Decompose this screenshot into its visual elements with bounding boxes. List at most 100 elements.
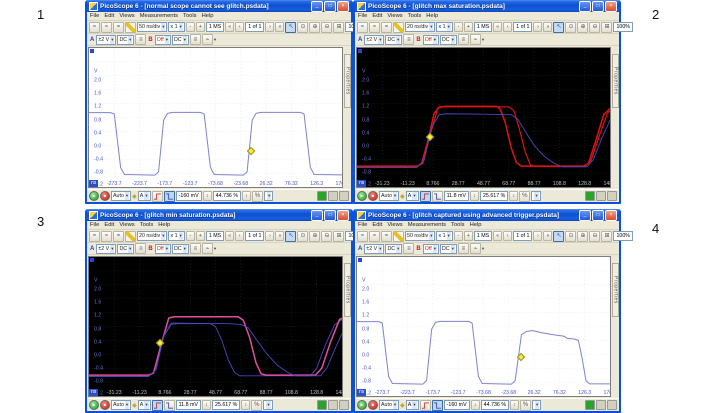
zoom-out-tool-button[interactable]: ⊖ [589, 231, 600, 242]
pretrigger-spinner[interactable]: ↕ [241, 400, 250, 410]
channel-a-coupling-select[interactable]: DC▾ [385, 35, 402, 45]
zoom-out-step-button[interactable]: - [454, 231, 463, 241]
first-buffer-button[interactable]: « [493, 231, 502, 241]
menu-item-tools[interactable]: Tools [451, 222, 465, 228]
threshold-spinner[interactable]: ↕ [470, 191, 479, 201]
channel-a-coupling-select[interactable]: DC▾ [385, 244, 402, 254]
start-capture-button[interactable]: ▶ [357, 191, 367, 201]
channel-b-coupling-select[interactable]: DC▾ [440, 244, 457, 254]
properties-tab[interactable]: Properties [612, 54, 619, 108]
menu-item-views[interactable]: Views [119, 222, 134, 228]
hand-tool-button[interactable]: ⊙ [565, 22, 576, 33]
measurements-button[interactable]: % [520, 400, 531, 411]
persistence-view-icon[interactable]: ≈ [113, 231, 124, 242]
menu-item-help[interactable]: Help [202, 13, 214, 19]
menu-item-views[interactable]: Views [119, 13, 134, 19]
channel-a-range-select[interactable]: ±2 V▾ [364, 35, 384, 45]
signal-generator-button[interactable] [317, 191, 327, 201]
probe-options-icon[interactable]: ⌁ [470, 34, 481, 45]
next-buffer-button[interactable]: › [533, 231, 542, 241]
signal-generator-button[interactable] [317, 400, 327, 410]
menu-item-edit[interactable]: Edit [372, 13, 382, 19]
measurements-button[interactable]: % [252, 191, 263, 202]
prev-buffer-button[interactable]: ‹ [235, 22, 244, 32]
falling-edge-button[interactable] [164, 191, 175, 202]
trigger-mode-select[interactable]: Auto▾ [379, 400, 399, 410]
minimize-button[interactable]: _ [579, 210, 591, 221]
alarms-button[interactable] [339, 191, 349, 201]
timebase-select[interactable]: 50 ns/div▾ [137, 22, 167, 32]
maximize-button[interactable]: □ [324, 210, 336, 221]
menu-item-file[interactable]: File [90, 222, 99, 228]
samples-field[interactable]: 1 MS [474, 22, 492, 32]
plot-area[interactable]: ns V2.01.61.20.80.40.0-0.4-0.8-1.2-323.7… [88, 47, 343, 188]
trigger-mode-select[interactable]: Auto▾ [111, 191, 131, 201]
buffer-page-field[interactable]: 1 of 1 [513, 22, 532, 32]
menu-item-edit[interactable]: Edit [372, 222, 382, 228]
minimize-button[interactable]: _ [579, 1, 591, 12]
trigger-threshold-field[interactable]: -160 mV [176, 191, 202, 201]
menu-item-edit[interactable]: Edit [104, 13, 114, 19]
scope-view-icon[interactable]: ≈ [357, 231, 368, 242]
start-capture-button[interactable]: ▶ [89, 400, 99, 410]
probe-options-icon[interactable]: ⌁ [202, 243, 213, 254]
threshold-spinner[interactable]: ↕ [202, 400, 211, 410]
scope-view-icon[interactable]: ≈ [89, 22, 100, 33]
next-buffer-button[interactable]: › [533, 22, 542, 32]
stop-capture-button[interactable]: ■ [100, 191, 110, 201]
marquee-zoom-tool-button[interactable]: ⊞ [601, 22, 612, 33]
signal-generator-button[interactable] [585, 191, 595, 201]
prev-buffer-button[interactable]: ‹ [235, 231, 244, 241]
rising-edge-button[interactable] [420, 400, 431, 411]
zoom-level-field[interactable]: 100% [613, 22, 633, 32]
channel-a-coupling-select[interactable]: DC▾ [117, 244, 134, 254]
spectrum-view-icon[interactable]: ≈ [369, 22, 380, 33]
properties-tab[interactable]: Properties [612, 263, 619, 317]
notes-button[interactable] [596, 400, 606, 410]
channel-a-axis-indicator[interactable] [358, 258, 362, 262]
channel-b-range-select[interactable]: Off▾ [155, 244, 171, 254]
menu-item-views[interactable]: Views [387, 13, 402, 19]
stop-capture-button[interactable]: ■ [368, 400, 378, 410]
normal-cursor-tool-button[interactable]: ↖ [285, 231, 296, 242]
stop-capture-button[interactable]: ■ [368, 191, 378, 201]
menu-item-file[interactable]: File [358, 222, 367, 228]
zoom-level-field[interactable]: 100% [613, 231, 633, 241]
rising-edge-button[interactable] [152, 191, 163, 202]
last-buffer-button[interactable]: » [275, 22, 284, 32]
plot-area[interactable]: ns V2.01.61.20.80.40.0-0.4-0.8-1.2-51.23… [88, 256, 343, 397]
samples-field[interactable]: 1 MS [206, 22, 224, 32]
persistence-view-icon[interactable]: ≈ [113, 22, 124, 33]
pretrigger-spinner[interactable]: ↕ [242, 191, 251, 201]
first-buffer-button[interactable]: « [493, 22, 502, 32]
zoom-out-tool-button[interactable]: ⊖ [321, 22, 332, 33]
menu-item-measurements[interactable]: Measurements [140, 13, 178, 19]
trigger-threshold-field[interactable]: 11.8 mV [444, 191, 469, 201]
alarms-button[interactable] [339, 400, 349, 410]
menu-item-tools[interactable]: Tools [408, 13, 422, 19]
channel-b-options-icon[interactable]: ≡ [190, 243, 201, 254]
next-buffer-button[interactable]: › [265, 22, 274, 32]
next-buffer-button[interactable]: › [265, 231, 274, 241]
first-buffer-button[interactable]: « [225, 231, 234, 241]
threshold-spinner[interactable]: ↕ [203, 191, 212, 201]
pretrigger-field[interactable]: 44.736 % [213, 191, 241, 201]
menu-item-file[interactable]: File [358, 13, 367, 19]
maximize-button[interactable]: □ [592, 210, 604, 221]
threshold-spinner[interactable]: ↕ [471, 400, 480, 410]
menu-item-file[interactable]: File [90, 13, 99, 19]
channel-b-coupling-select[interactable]: DC▾ [172, 244, 189, 254]
menu-item-tools[interactable]: Tools [140, 222, 154, 228]
channel-a-axis-indicator[interactable] [358, 49, 362, 53]
persistence-view-icon[interactable]: ≈ [381, 231, 392, 242]
spectrum-view-icon[interactable]: ≈ [101, 231, 112, 242]
zoom-multiplier-select[interactable]: x 1▾ [168, 231, 184, 241]
channel-a-axis-indicator[interactable] [90, 49, 94, 53]
rising-edge-button[interactable] [420, 191, 431, 202]
channel-a-range-select[interactable]: ±2 V▾ [96, 35, 116, 45]
channel-a-options-icon[interactable]: ≡ [403, 34, 414, 45]
measurement-select[interactable]: ▾ [263, 400, 272, 410]
title-bar[interactable]: PicoScope 6 - [glitch max saturation.psd… [355, 0, 619, 12]
channel-a-options-icon[interactable]: ≡ [135, 243, 146, 254]
normal-cursor-tool-button[interactable]: ↖ [553, 22, 564, 33]
